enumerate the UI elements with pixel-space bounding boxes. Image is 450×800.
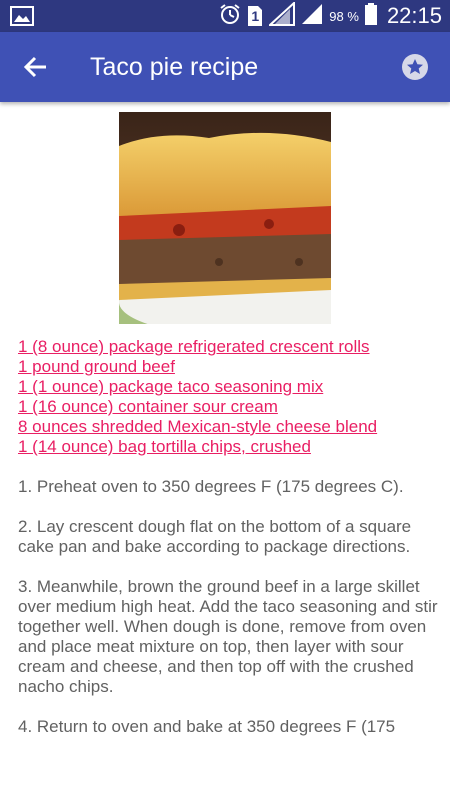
direction-step: 2. Lay crescent dough flat on the bottom… (18, 517, 412, 556)
battery-icon (364, 2, 377, 30)
directions: 1. Preheat oven to 350 degrees F (175 de… (18, 477, 438, 757)
app-bar: Taco pie recipe (0, 32, 450, 102)
favorite-star-icon[interactable] (402, 54, 428, 80)
ingredient-link[interactable]: 1 (14 ounce) bag tortilla chips, crushed (18, 437, 438, 457)
status-bar: 1 98 % 22:15 (0, 0, 450, 32)
direction-step: 3. Meanwhile, brown the ground beef in a… (18, 577, 438, 696)
clock: 22:15 (386, 3, 442, 28)
sim-icon: 1 (247, 5, 263, 27)
direction-step: 1. Preheat oven to 350 degrees F (175 de… (18, 477, 404, 496)
ingredient-link[interactable]: 1 (1 ounce) package taco seasoning mix (18, 377, 438, 397)
ingredient-link[interactable]: 8 ounces shredded Mexican-style cheese b… (18, 417, 438, 437)
gallery-icon (10, 6, 34, 31)
ingredient-link[interactable]: 1 (8 ounce) package refrigerated crescen… (18, 337, 438, 357)
status-icons: 1 98 % 22:15 (219, 0, 442, 32)
ingredient-link[interactable]: 1 (16 ounce) container sour cream (18, 397, 438, 417)
recipe-photo (119, 112, 331, 324)
sim-label: 1 (251, 8, 260, 24)
direction-step: 4. Return to oven and bake at 350 degree… (18, 717, 396, 736)
back-arrow-icon[interactable] (22, 53, 50, 81)
signal-icon (267, 0, 296, 31)
ingredient-link[interactable]: 1 pound ground beef (18, 357, 438, 377)
page-title: Taco pie recipe (90, 53, 259, 81)
alarm-icon (219, 3, 241, 30)
battery-percent: 98 % (329, 8, 359, 24)
signal-icon (301, 3, 323, 30)
ingredient-list: 1 (8 ounce) package refrigerated crescen… (18, 337, 438, 457)
